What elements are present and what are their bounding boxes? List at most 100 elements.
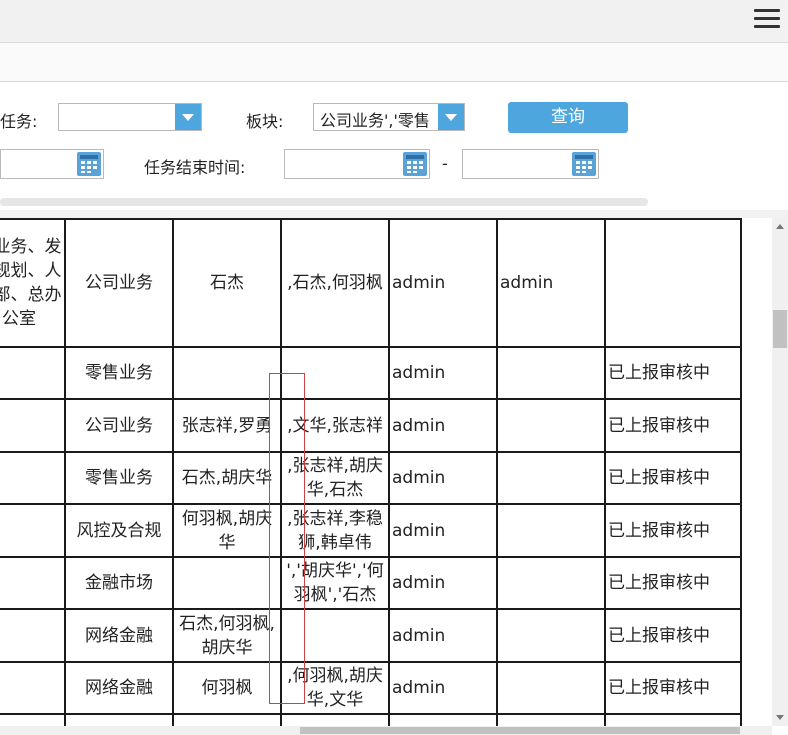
cell-status: 已上报审核中 — [604, 398, 742, 453]
table-row[interactable]: 公司业务 张志祥,罗勇 ,文华,张志祥 admin 已上报审核中 — [0, 398, 742, 453]
cell-creator: admin — [388, 398, 498, 453]
breadcrumb-band — [0, 43, 788, 82]
cell-status: 已上报审核中 — [604, 451, 742, 505]
range-dash: - — [442, 154, 448, 173]
cell-reviewer — [496, 556, 606, 610]
cell-sector — [64, 713, 174, 726]
cell-sector: 网络金融 — [64, 661, 174, 715]
cell-creator — [388, 713, 498, 726]
task-select[interactable] — [58, 103, 202, 131]
cell-participants: ,何羽枫,胡庆华,文华 — [280, 661, 390, 715]
cell-participants: ','胡庆华','何羽枫','石杰 — [280, 556, 390, 610]
cell-participants: ,石杰,何羽枫 — [280, 218, 390, 348]
cell-owner: 石杰,胡庆华 — [172, 451, 282, 505]
cell-reviewer — [496, 451, 606, 505]
cell-department: 司业务、发展规划、人力部、总办公室 — [0, 218, 66, 348]
scroll-thumb[interactable] — [300, 727, 740, 734]
cell-department — [0, 503, 66, 558]
cell-participants: ,张志祥,李稳狮,韩卓伟 — [280, 503, 390, 558]
cell-sector: 公司业务 — [64, 398, 174, 453]
cell-sector: 网络金融 — [64, 608, 174, 663]
top-toolbar — [0, 0, 788, 43]
cell-status — [604, 218, 742, 348]
cell-reviewer — [496, 608, 606, 663]
table-row[interactable]: 金融市场 ','胡庆华','何羽枫','石杰 admin 已上报审核中 — [0, 556, 742, 610]
cell-sector: 金融市场 — [64, 556, 174, 610]
cell-department — [0, 661, 66, 715]
chevron-down-icon[interactable] — [175, 104, 201, 130]
cell-creator: admin — [388, 661, 498, 715]
table-row[interactable]: 风控及合规 何羽枫,胡庆华 ,张志祥,李稳狮,韩卓伟 admin 已上报审核中 — [0, 503, 742, 558]
calendar-icon[interactable] — [77, 152, 101, 176]
scroll-down-icon[interactable] — [776, 715, 784, 720]
cell-reviewer — [496, 503, 606, 558]
cell-owner — [172, 346, 282, 400]
cell-participants — [280, 713, 390, 726]
cell-creator: admin — [388, 608, 498, 663]
table-row[interactable]: 零售业务 石杰,胡庆华 ,张志祥,胡庆华,石杰 admin 已上报审核中 — [0, 451, 742, 505]
table-row[interactable]: 网络金融 何羽枫 ,何羽枫,胡庆华,文华 admin 已上报审核中 — [0, 661, 742, 715]
task-label: 任务: — [0, 112, 38, 131]
end-time-from-input[interactable] — [284, 149, 430, 179]
cell-sector: 风控及合规 — [64, 503, 174, 558]
start-date-input[interactable] — [0, 149, 104, 179]
cell-department — [0, 556, 66, 610]
sector-select-value: 公司业务','零售 — [320, 111, 430, 130]
hamburger-menu-icon[interactable] — [754, 9, 780, 31]
cell-department — [0, 608, 66, 663]
cell-reviewer — [496, 346, 606, 400]
cell-status: 已上报审核中 — [604, 608, 742, 663]
cell-department — [0, 346, 66, 400]
cell-owner: 石杰,何羽枫,胡庆华 — [172, 608, 282, 663]
cell-sector: 公司业务 — [64, 218, 174, 348]
data-grid: 司业务、发展规划、人力部、总办公室公司业务石杰,石杰,何羽枫adminadmin… — [0, 218, 772, 726]
cell-reviewer — [496, 398, 606, 453]
cell-department — [0, 713, 66, 726]
cell-reviewer: admin — [496, 218, 606, 348]
cell-creator: admin — [388, 451, 498, 505]
cell-reviewer — [496, 713, 606, 726]
cell-owner: 何羽枫 — [172, 661, 282, 715]
cell-creator: admin — [388, 218, 498, 348]
table-row[interactable] — [0, 713, 742, 726]
cell-participants — [280, 608, 390, 663]
cell-owner: 石杰 — [172, 218, 282, 348]
sector-label: 板块: — [246, 112, 284, 131]
query-button[interactable]: 查询 — [508, 102, 628, 133]
scroll-up-icon[interactable] — [776, 224, 784, 229]
cell-department — [0, 451, 66, 505]
cell-participants: ,文华,张志祥 — [280, 398, 390, 453]
horizontal-scrollbar[interactable] — [0, 726, 772, 735]
chevron-down-icon[interactable] — [438, 104, 464, 130]
cell-owner — [172, 713, 282, 726]
cell-status: 已上报审核中 — [604, 503, 742, 558]
table-row[interactable]: 零售业务 admin 已上报审核中 — [0, 346, 742, 400]
cell-creator: admin — [388, 346, 498, 400]
cell-sector: 零售业务 — [64, 346, 174, 400]
end-time-to-input[interactable] — [462, 149, 599, 179]
cell-creator: admin — [388, 503, 498, 558]
cell-status: 已上报审核中 — [604, 661, 742, 715]
end-time-label: 任务结束时间: — [144, 158, 246, 177]
cell-status: 已上报审核中 — [604, 346, 742, 400]
cell-status — [604, 713, 742, 726]
sector-select[interactable]: 公司业务','零售 — [313, 103, 465, 131]
table-row[interactable]: 司业务、发展规划、人力部、总办公室公司业务石杰,石杰,何羽枫adminadmin — [0, 218, 742, 348]
cell-department — [0, 398, 66, 453]
cell-sector: 零售业务 — [64, 451, 174, 505]
tab-strip — [0, 210, 788, 218]
table-row[interactable]: 网络金融 石杰,何羽枫,胡庆华 admin 已上报审核中 — [0, 608, 742, 663]
cell-creator: admin — [388, 556, 498, 610]
cell-reviewer — [496, 661, 606, 715]
cell-owner: 何羽枫,胡庆华 — [172, 503, 282, 558]
scroll-thumb[interactable] — [773, 310, 787, 348]
cell-participants: ,张志祥,胡庆华,石杰 — [280, 451, 390, 505]
cell-owner — [172, 556, 282, 610]
panel-scrollbar[interactable] — [0, 198, 648, 206]
cell-status: 已上报审核中 — [604, 556, 742, 610]
cell-owner: 张志祥,罗勇 — [172, 398, 282, 453]
calendar-icon[interactable] — [403, 152, 427, 176]
vertical-scrollbar[interactable] — [772, 218, 788, 726]
cell-participants — [280, 346, 390, 400]
calendar-icon[interactable] — [572, 152, 596, 176]
